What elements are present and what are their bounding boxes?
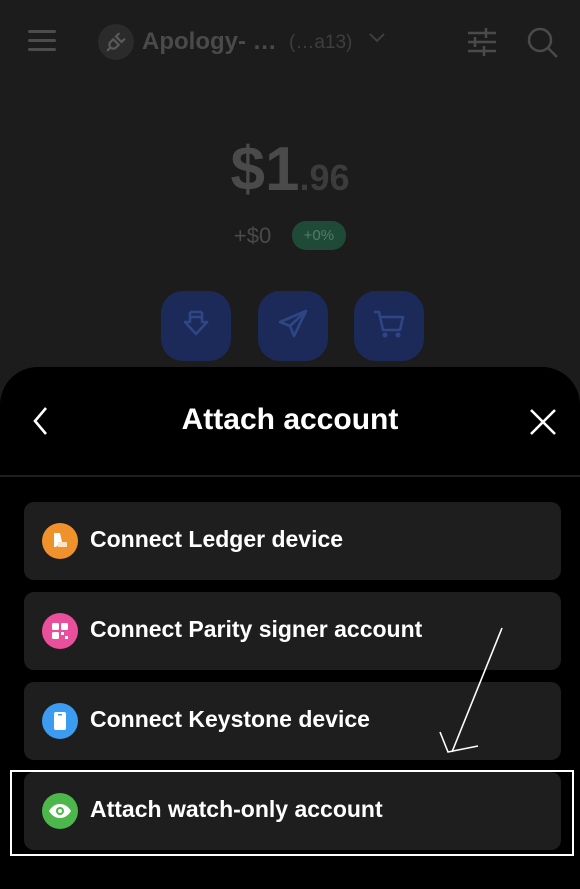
connect-keystone-option[interactable]: Connect Keystone device — [24, 682, 561, 760]
buy-button[interactable] — [354, 291, 424, 361]
option-label: Connect Ledger device — [90, 526, 344, 552]
send-icon — [277, 308, 309, 345]
balance-display: $1.96 — [0, 134, 580, 205]
account-name[interactable]: Apology- … — [142, 28, 277, 56]
account-address: (…a13) — [289, 32, 353, 53]
change-value: +$0 — [233, 222, 272, 248]
change-percent-badge: +0% — [291, 221, 347, 250]
balance-change: +$0 +0% — [0, 221, 580, 250]
qr-icon — [42, 613, 78, 649]
option-label: Connect Parity signer account — [90, 616, 423, 642]
eye-icon — [42, 793, 78, 829]
ledger-icon — [42, 523, 78, 559]
sheet-header: Attach account — [0, 367, 580, 475]
option-label: Attach watch-only account — [90, 796, 383, 822]
receive-button[interactable] — [161, 291, 231, 361]
search-icon[interactable] — [524, 24, 560, 60]
option-label: Connect Keystone device — [90, 706, 370, 732]
send-button[interactable] — [258, 291, 328, 361]
connect-ledger-option[interactable]: Connect Ledger device — [24, 502, 561, 580]
keystone-icon — [42, 703, 78, 739]
receive-icon — [180, 308, 212, 345]
attach-account-sheet: Attach account Connect Ledger device Con… — [0, 367, 580, 889]
sliders-icon[interactable] — [466, 27, 498, 57]
balance-cents: .96 — [299, 157, 350, 198]
cart-icon — [372, 308, 406, 345]
balance-main: $1 — [230, 135, 300, 204]
plug-icon[interactable] — [98, 24, 134, 60]
action-buttons — [161, 291, 425, 361]
menu-icon[interactable] — [28, 28, 58, 54]
divider — [0, 475, 580, 477]
chevron-down-icon[interactable] — [368, 28, 386, 49]
attach-watch-only-option[interactable]: Attach watch-only account — [24, 772, 561, 850]
close-button[interactable] — [526, 405, 560, 439]
close-icon — [526, 409, 560, 443]
top-bar: Apology- … (…a13) — [0, 0, 580, 84]
sheet-title: Attach account — [181, 403, 399, 436]
connect-parity-signer-option[interactable]: Connect Parity signer account — [24, 592, 561, 670]
